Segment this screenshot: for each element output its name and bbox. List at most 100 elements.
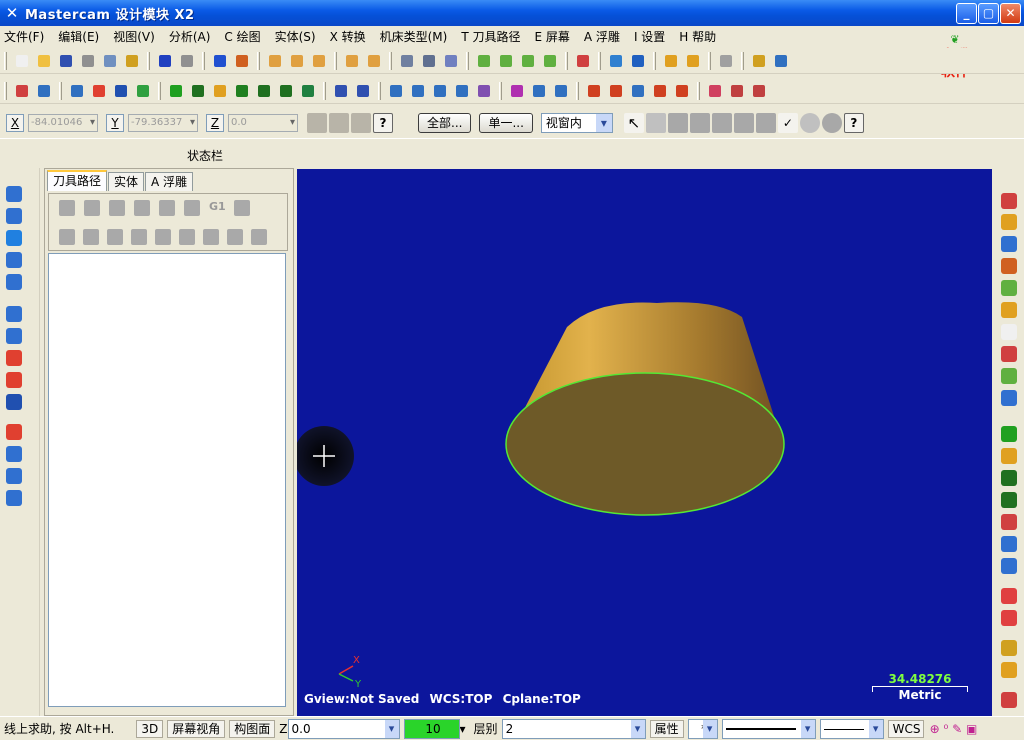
rect-icon[interactable] (232, 81, 252, 101)
arrow-up-r-icon[interactable] (1001, 236, 1017, 252)
pocket-icon[interactable] (89, 81, 109, 101)
z-depth-select[interactable]: 0.0 (287, 718, 400, 739)
circle-icon[interactable] (210, 81, 230, 101)
list-icon[interactable] (606, 81, 626, 101)
open-icon[interactable] (34, 51, 54, 71)
machine-icon[interactable] (133, 81, 153, 101)
graphics-viewport[interactable]: X Y Gview:Not Saved WCS:TOP Cplane:TOP 3… (297, 169, 992, 716)
page-r-icon[interactable] (1001, 324, 1017, 340)
trim-icon[interactable] (6, 372, 22, 388)
settings-icon[interactable] (672, 81, 692, 101)
line-icon[interactable] (188, 81, 208, 101)
curve-r-icon[interactable] (1001, 492, 1017, 508)
no-select-icon[interactable] (799, 113, 820, 133)
end-select-icon[interactable] (821, 113, 842, 133)
stack-icon[interactable] (705, 81, 725, 101)
verify-op-icon[interactable] (159, 200, 175, 216)
group-toolbar-icon[interactable]: ⊕ ⁰ ✎ ▣ (930, 722, 978, 736)
relative-icon[interactable] (329, 113, 349, 133)
view-top-icon[interactable] (474, 51, 494, 71)
regen-icon[interactable] (84, 200, 100, 216)
stop-icon[interactable] (184, 200, 200, 216)
point-style-select[interactable]: * (687, 718, 718, 739)
selection-help-icon[interactable]: ? (843, 113, 864, 133)
select-single-button[interactable]: 单一... (479, 113, 533, 133)
operations-list[interactable] (48, 253, 286, 707)
move-icon[interactable] (179, 229, 195, 245)
revolve-icon[interactable] (6, 186, 22, 202)
globe-icon[interactable] (606, 51, 626, 71)
shade-2-icon[interactable] (419, 51, 439, 71)
highlight-icon[interactable] (251, 229, 267, 245)
rotate-icon[interactable] (507, 81, 527, 101)
xform2-r-icon[interactable] (1001, 610, 1017, 626)
wave-icon[interactable] (83, 229, 99, 245)
solid-edge-icon[interactable] (733, 113, 754, 133)
y-coordinate-input[interactable]: -79.36337 (128, 114, 198, 132)
tag-icon[interactable] (650, 81, 670, 101)
chain-icon[interactable] (645, 113, 666, 133)
zoom-window-icon[interactable] (265, 51, 285, 71)
polyline-icon[interactable] (276, 81, 296, 101)
select-all-ops-icon[interactable] (59, 200, 75, 216)
box-r-icon[interactable] (1001, 536, 1017, 552)
tab-toolpaths[interactable]: 刀具路径 (47, 170, 108, 191)
circle-r-icon[interactable] (1001, 470, 1017, 486)
pan-icon[interactable] (210, 51, 230, 71)
bottle-icon[interactable] (749, 81, 769, 101)
undo-r-icon[interactable] (1001, 346, 1017, 362)
color-grid-r-icon[interactable] (1001, 640, 1017, 656)
cube-select-icon[interactable] (667, 113, 688, 133)
chamfer-r-icon[interactable] (1001, 193, 1017, 209)
contour-icon[interactable] (67, 81, 87, 101)
globe-r-icon[interactable] (1001, 558, 1017, 574)
extrude-solid-icon[interactable] (6, 252, 22, 268)
select-all-button[interactable]: 全部... (418, 113, 472, 133)
menu-solids[interactable]: 实体(S) (275, 28, 316, 45)
construct-plane-button[interactable]: 构图面 (229, 719, 276, 738)
shell-icon[interactable] (6, 306, 22, 322)
close-button[interactable]: ✕ (1000, 3, 1021, 24)
xform-r-icon[interactable] (1001, 588, 1017, 604)
color-grid2-r-icon[interactable] (1001, 662, 1017, 678)
group-2-icon[interactable] (408, 81, 428, 101)
attributes-button[interactable]: 属性 (649, 719, 684, 738)
3d-button[interactable]: 3D (136, 719, 164, 738)
pencil-r-icon[interactable] (1001, 214, 1017, 230)
menu-analyze[interactable]: 分析(A) (169, 28, 211, 45)
layer-icon[interactable] (6, 468, 22, 484)
menu-view[interactable]: 视图(V) (113, 28, 155, 45)
verify-icon[interactable] (12, 81, 32, 101)
line-style-select[interactable] (721, 718, 816, 739)
save-icon[interactable] (56, 51, 76, 71)
zoom-target-icon[interactable] (364, 51, 384, 71)
view-side-icon[interactable] (518, 51, 538, 71)
paint-icon[interactable] (727, 81, 747, 101)
chamfer-icon[interactable] (6, 350, 22, 366)
sketch-icon[interactable] (351, 113, 371, 133)
view-iso-icon[interactable] (540, 51, 560, 71)
wrench-icon[interactable] (716, 51, 736, 71)
loft-icon[interactable] (6, 230, 22, 246)
boolean-icon[interactable] (6, 274, 22, 290)
solid-back-icon[interactable] (755, 113, 776, 133)
axis-icon[interactable] (749, 51, 769, 71)
menu-settings[interactable]: I 设置 (634, 28, 665, 45)
shoes-r-icon[interactable] (1001, 692, 1017, 708)
x-coordinate-input[interactable]: -84.01046 (28, 114, 98, 132)
wcs-button[interactable]: WCS (887, 719, 924, 738)
down-icon[interactable] (131, 229, 147, 245)
chain-2-icon[interactable] (551, 81, 571, 101)
up-icon[interactable] (155, 229, 171, 245)
line-r-icon[interactable] (1001, 448, 1017, 464)
group-4-icon[interactable] (452, 81, 472, 101)
menu-screen[interactable]: E 屏幕 (535, 28, 570, 45)
zoom-in-icon[interactable] (287, 51, 307, 71)
add-point-icon[interactable] (166, 81, 186, 101)
color-dropdown-icon[interactable]: ▾ (460, 722, 466, 736)
undo-icon[interactable] (155, 51, 175, 71)
frame-r-icon[interactable] (1001, 258, 1017, 274)
fast-point-icon[interactable] (307, 113, 327, 133)
sigma-icon[interactable] (111, 81, 131, 101)
list-solid-icon[interactable] (6, 490, 22, 506)
